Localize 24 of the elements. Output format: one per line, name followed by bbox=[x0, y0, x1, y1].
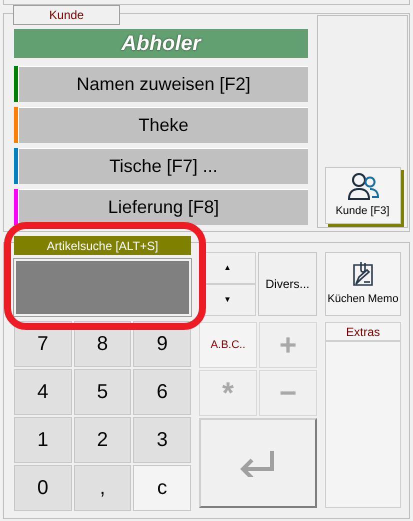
search-label: Artikelsuche [ALT+S] bbox=[14, 236, 191, 255]
abc-button[interactable]: A.B.C.. bbox=[199, 322, 257, 368]
divers-button[interactable]: Divers... bbox=[258, 252, 317, 316]
extras-header: Extras bbox=[325, 322, 401, 341]
keypad-key[interactable]: c bbox=[133, 465, 191, 511]
search-field[interactable] bbox=[14, 259, 191, 316]
group-tab[interactable]: Kunde bbox=[13, 5, 120, 25]
keypad-key[interactable]: 2 bbox=[74, 417, 132, 463]
keypad-key[interactable]: 1 bbox=[14, 417, 72, 463]
users-icon bbox=[346, 171, 378, 202]
keypad-key[interactable]: 5 bbox=[74, 369, 132, 415]
order-type-button[interactable]: Theke bbox=[18, 107, 308, 143]
keypad-key[interactable]: 0 bbox=[14, 465, 72, 511]
keypad-key[interactable]: 6 bbox=[133, 369, 191, 415]
order-type-button[interactable]: Namen zuweisen [F2] bbox=[18, 66, 308, 102]
memo-icon bbox=[350, 260, 376, 288]
order-type-button[interactable]: Tische [F7] ... bbox=[18, 148, 308, 184]
keypad-key[interactable]: 3 bbox=[133, 417, 191, 463]
keypad-key[interactable]: , bbox=[74, 465, 132, 511]
order-type-button[interactable]: Lieferung [F8] bbox=[18, 189, 308, 225]
kitchen-memo-button[interactable]: Küchen Memo bbox=[325, 252, 401, 316]
keypad-key[interactable]: 4 bbox=[14, 369, 72, 415]
enter-button[interactable] bbox=[199, 418, 317, 508]
order-type-banner: Abholer bbox=[14, 29, 308, 58]
